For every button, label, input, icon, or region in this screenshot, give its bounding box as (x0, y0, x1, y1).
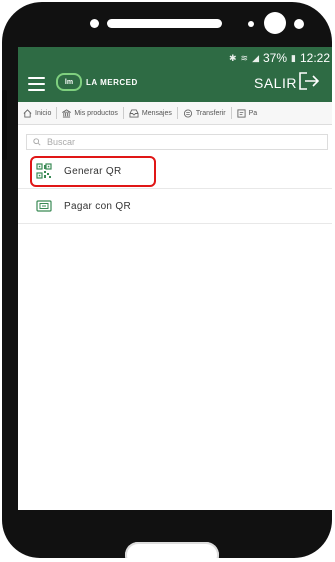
sensor-dot (90, 19, 99, 28)
battery-level: 37% (262, 51, 288, 65)
tab-inicio[interactable]: Inicio (18, 107, 58, 119)
logout-icon[interactable] (298, 71, 320, 91)
clock: 12:22 (299, 51, 330, 65)
tab-label: Mensajes (141, 109, 172, 117)
qr-scan-icon (36, 200, 52, 212)
side-button (2, 90, 7, 160)
phone-frame: ✱ ≋ ◢ 37% ▮ 12:22 lm LA MERCED SALIR Ini… (2, 2, 332, 558)
status-bar: ✱ ≋ ◢ 37% ▮ 12:22 (229, 51, 330, 65)
payments-icon (237, 108, 246, 118)
home-icon (23, 108, 32, 118)
highlight-box (30, 156, 156, 187)
tab-bar: Inicio Mis productos Mensajes Transferir… (18, 102, 332, 125)
bluetooth-icon: ✱ (228, 52, 237, 63)
wifi-icon: ≋ (240, 52, 249, 63)
qr-options-list: Generar QR Pagar con QR (18, 154, 332, 224)
list-item-pagar-con-qr[interactable]: Pagar con QR (18, 189, 332, 224)
tab-mensajes[interactable]: Mensajes (124, 107, 178, 119)
tab-label: Transferir (195, 109, 226, 117)
tab-pagos[interactable]: Pa (232, 107, 263, 119)
bank-icon (62, 108, 72, 118)
tab-label: Pa (248, 109, 258, 117)
tab-label: Inicio (35, 109, 52, 117)
logo-mark: lm (56, 73, 82, 91)
front-camera (264, 12, 286, 34)
search-icon (33, 138, 41, 146)
search-box[interactable] (26, 134, 328, 150)
list-item-label: Pagar con QR (64, 200, 131, 212)
hamburger-menu-icon[interactable] (28, 77, 45, 95)
app-header: ✱ ≋ ◢ 37% ▮ 12:22 lm LA MERCED SALIR (18, 47, 332, 102)
app-logo: lm LA MERCED (56, 73, 138, 91)
proximity-sensor (294, 19, 304, 29)
transfer-icon (183, 108, 192, 118)
tab-label: Mis productos (74, 109, 118, 117)
list-item-generar-qr[interactable]: Generar QR (18, 154, 332, 189)
logout-button[interactable]: SALIR (254, 75, 297, 91)
signal-icon: ◢ (252, 52, 259, 63)
earpiece-speaker (107, 19, 222, 28)
search-input[interactable] (47, 137, 307, 147)
logo-text: LA MERCED (86, 77, 138, 87)
inbox-icon (129, 108, 139, 118)
tab-mis-productos[interactable]: Mis productos (57, 107, 124, 119)
home-button[interactable] (125, 542, 219, 558)
battery-icon: ▮ (291, 52, 296, 63)
app-screen: ✱ ≋ ◢ 37% ▮ 12:22 lm LA MERCED SALIR Ini… (18, 47, 332, 510)
sensor-dot-small (248, 21, 254, 27)
tab-transferir[interactable]: Transferir (178, 107, 232, 119)
